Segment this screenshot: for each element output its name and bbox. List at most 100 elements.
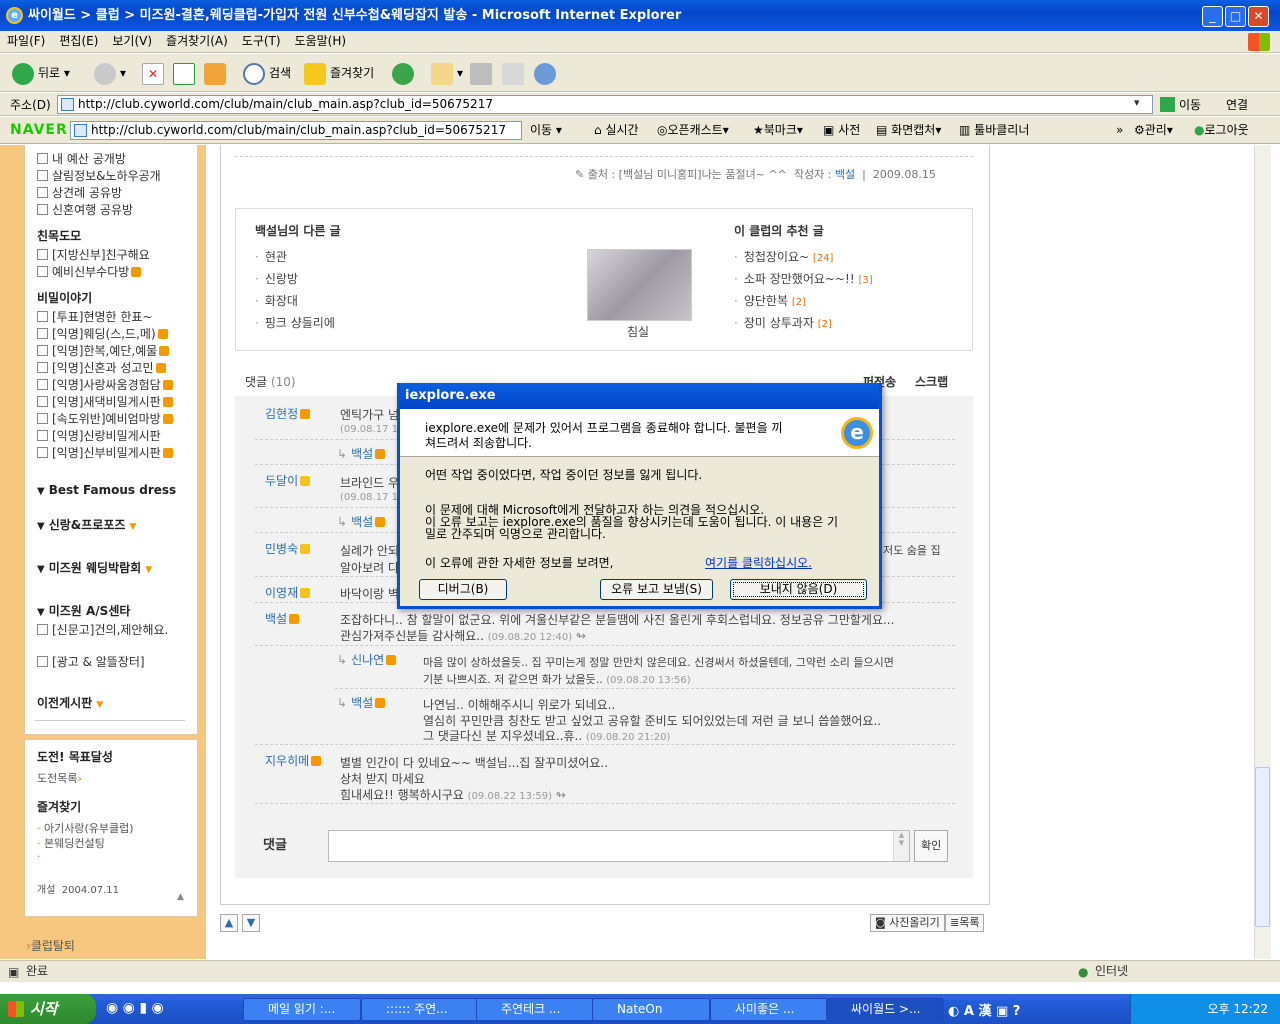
- list-button[interactable]: ≣목록: [945, 914, 985, 932]
- reply-author[interactable]: ↳ 백설: [337, 513, 386, 530]
- favorites-button[interactable]: 즐겨찾기: [304, 62, 374, 85]
- naver-url-input[interactable]: http://club.cyworld.com/club/main/club_m…: [70, 121, 522, 140]
- sidebar-item[interactable]: 상견례 공유방: [37, 184, 122, 201]
- menu-favorites[interactable]: 즐겨찾기(A): [159, 31, 235, 51]
- comment-author[interactable]: 백설: [265, 610, 300, 627]
- back-button[interactable]: 뒤로 ▾: [12, 62, 70, 85]
- taskbar-task-active[interactable]: 싸이월드 >...: [826, 998, 944, 1021]
- taskbar-task[interactable]: 주연테크 ...: [476, 998, 594, 1021]
- sidebar-item[interactable]: [신문고]건의,제안해요.: [37, 621, 168, 638]
- menu-tools[interactable]: 도구(T): [235, 31, 288, 51]
- forward-button[interactable]: ▾: [94, 62, 126, 85]
- naver-bookmark[interactable]: ★북마크▾: [753, 122, 803, 139]
- sidebar-group-heading[interactable]: 비밀이야기: [37, 289, 92, 306]
- naver-more-chevron-icon[interactable]: »: [1116, 122, 1123, 139]
- clock[interactable]: 오후 12:22: [1208, 1002, 1268, 1016]
- recommended-post-link[interactable]: 양단한복 [2]: [734, 292, 806, 309]
- sidebar-item[interactable]: 내 예산 공개방: [37, 150, 126, 167]
- address-dropdown-icon[interactable]: ▾: [1134, 96, 1140, 109]
- comment-textarea[interactable]: [328, 830, 910, 862]
- menu-view[interactable]: 보기(V): [105, 31, 159, 51]
- sidebar-item[interactable]: [익명]사랑싸움경험담: [37, 376, 173, 393]
- history-button[interactable]: [392, 62, 418, 85]
- naver-screen-capture[interactable]: ▤ 화면캡처▾: [876, 122, 941, 139]
- reply-author[interactable]: ↳ 백설: [337, 694, 386, 711]
- sidebar-group-heading[interactable]: 친목도모: [37, 227, 81, 244]
- recommended-post-link[interactable]: 소파 장만했어요~~!! [3]: [734, 270, 873, 287]
- taskbar-task[interactable]: 메일 읽기 :...: [243, 998, 361, 1021]
- close-button[interactable]: ✕: [1248, 6, 1269, 27]
- bedroom-thumbnail[interactable]: [587, 249, 692, 321]
- debug-button[interactable]: 디버그(B): [419, 579, 507, 600]
- sidebar-folder-groom[interactable]: 신랑&프로포즈▼: [37, 516, 137, 533]
- ime-indicator-icon[interactable]: ◐ A 漢 ▣ ?: [948, 1000, 1020, 1019]
- print-button[interactable]: [470, 62, 496, 85]
- menu-help[interactable]: 도움말(H): [288, 31, 354, 51]
- sidebar-folder-best-famous[interactable]: Best Famous dress: [37, 483, 176, 497]
- sidebar-item[interactable]: 예비신부수다방: [37, 263, 142, 280]
- confirm-button[interactable]: 확인: [914, 830, 949, 862]
- sidebar-item[interactable]: [익명]웨딩(스,드,메): [37, 325, 168, 342]
- comment-author[interactable]: 김현정: [265, 405, 311, 422]
- leave-club-link[interactable]: ›클럽탈퇴: [26, 937, 75, 954]
- taskbar-task[interactable]: :::::: 주연...: [361, 998, 479, 1021]
- sidebar-folder-fair[interactable]: 미즈원 웨딩박람회▼: [37, 559, 152, 576]
- scroll-top-icon[interactable]: ▲: [177, 892, 184, 902]
- reply-arrow-icon[interactable]: ↬: [576, 629, 586, 643]
- quicklaunch-icons[interactable]: ◉ ◉ ▮ ◉: [106, 1000, 164, 1016]
- naver-dictionary[interactable]: ▣ 사전: [823, 122, 860, 139]
- sidebar-item[interactable]: [익명]신부비밀게시판: [37, 444, 173, 461]
- search-button[interactable]: 검색: [243, 62, 291, 85]
- send-report-button[interactable]: 오류 보고 보냄(S): [600, 579, 713, 600]
- dont-send-button[interactable]: 보내지 않음(D): [730, 579, 867, 600]
- scrap-link[interactable]: 스크랩: [915, 373, 948, 390]
- mail-button[interactable]: ▾: [431, 62, 463, 85]
- naver-manage[interactable]: ⚙관리▾: [1134, 122, 1173, 139]
- comment-author[interactable]: 이영재: [265, 584, 311, 601]
- challenge-list-link[interactable]: 도전목록›: [37, 770, 82, 786]
- dialog-title-bar[interactable]: iexplore.exe: [400, 383, 879, 409]
- comment-author[interactable]: 두달이: [265, 472, 311, 489]
- sidebar-item[interactable]: [익명]신랑비밀게시판: [37, 427, 161, 444]
- naver-opencast[interactable]: ◎오픈캐스트▾: [657, 122, 729, 139]
- reply-author[interactable]: ↳ 백설: [337, 445, 386, 462]
- other-post-link[interactable]: 신랑방: [255, 270, 298, 287]
- taskbar-task[interactable]: NateOn: [592, 998, 710, 1021]
- reply-author[interactable]: ↳ 신나연: [337, 651, 397, 668]
- details-link[interactable]: 여기를 클릭하십시오.: [705, 557, 812, 570]
- home-button[interactable]: [204, 62, 230, 85]
- scrollbar-thumb[interactable]: [1255, 767, 1270, 927]
- favorite-item[interactable]: · 본웨딩컨설팅: [37, 835, 105, 851]
- taskbar-task[interactable]: 사미좋은 ...: [710, 998, 828, 1021]
- go-button[interactable]: 이동: [1160, 96, 1201, 113]
- naver-logout[interactable]: ●로그아웃: [1194, 122, 1249, 139]
- scroll-down-button[interactable]: ▼: [242, 914, 260, 932]
- maximize-button[interactable]: □: [1225, 6, 1246, 27]
- comment-author[interactable]: 지우히메: [265, 752, 322, 769]
- recommended-post-link[interactable]: 장미 상투과자 [2]: [734, 314, 832, 331]
- textarea-scrollbar[interactable]: ▲ ▼: [893, 831, 909, 861]
- menu-edit[interactable]: 편집(E): [52, 31, 105, 51]
- stop-button[interactable]: ✕: [142, 62, 168, 85]
- other-post-link[interactable]: 현관: [255, 248, 287, 265]
- sidebar-item[interactable]: 신혼여행 공유방: [37, 201, 133, 218]
- edit-button[interactable]: [502, 62, 528, 85]
- favorite-item[interactable]: · 아기사랑(유부클럽): [37, 820, 134, 836]
- refresh-button[interactable]: [173, 62, 199, 85]
- sidebar-previous-board[interactable]: 이전게시판 ▼: [37, 694, 103, 711]
- upload-photo-button[interactable]: ◙ 사진올리기: [870, 914, 945, 932]
- scroll-up-button[interactable]: ▲: [220, 914, 238, 932]
- recommended-post-link[interactable]: 청첩장이요~ [24]: [734, 248, 834, 265]
- other-post-link[interactable]: 화장대: [255, 292, 298, 309]
- reply-arrow-icon[interactable]: ↬: [556, 788, 566, 802]
- links-button[interactable]: 연결: [1226, 96, 1248, 113]
- sidebar-item[interactable]: [지방신부]친구해요: [37, 246, 150, 263]
- menu-file[interactable]: 파일(F): [0, 31, 52, 51]
- sidebar-folder-as-center[interactable]: 미즈원 A/S센타: [37, 602, 131, 619]
- naver-go-button[interactable]: 이동 ▾: [530, 122, 562, 139]
- sidebar-item[interactable]: [익명]한복,예단,예물: [37, 342, 170, 359]
- sidebar-item[interactable]: [광고 & 알뜰장터]: [37, 653, 145, 670]
- minimize-button[interactable]: _: [1202, 6, 1223, 27]
- comment-author[interactable]: 민병숙: [265, 540, 311, 557]
- sidebar-item[interactable]: [투표]현명한 한표~: [37, 308, 153, 325]
